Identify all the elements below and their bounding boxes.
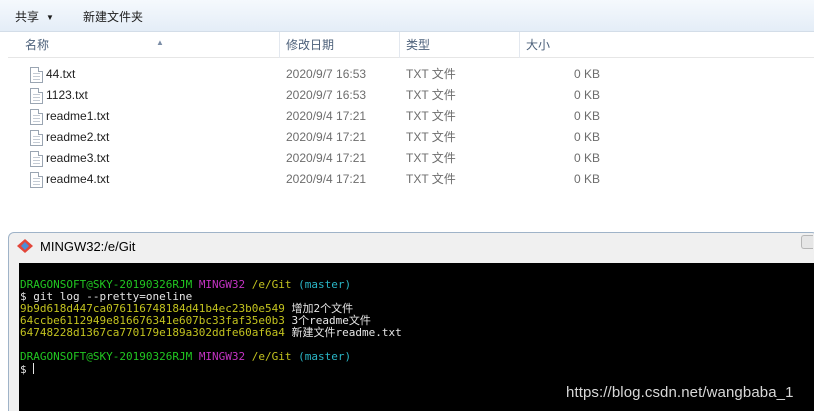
file-type: TXT 文件 [406,172,456,186]
file-type: TXT 文件 [406,130,456,144]
prompt-line: DRAGONSOFT@SKY-20190326RJM MINGW32 /e/Gi… [20,351,814,363]
file-name: readme4.txt [46,172,110,186]
chevron-down-icon: ▼ [46,13,54,22]
text-file-icon [30,151,43,167]
text-file-icon [30,130,43,146]
file-size: 0 KB [573,109,600,123]
file-type: TXT 文件 [406,88,456,102]
file-date: 2020/9/4 17:21 [286,172,367,186]
file-date: 2020/9/4 17:21 [286,130,367,144]
file-name: readme3.txt [46,151,110,165]
file-type: TXT 文件 [406,67,456,81]
file-row[interactable]: readme2.txt 2020/9/4 17:21 TXT 文件 0 KB [16,127,606,148]
commit-hash: 64748228d1367ca770179e189a302ddfe60af6a4 [20,326,285,339]
file-row[interactable]: 1123.txt 2020/9/7 16:53 TXT 文件 0 KB [16,85,606,106]
text-file-icon [30,172,43,188]
file-list: 名称 ▲ 修改日期 类型 大小 44.txt 2020/9/7 16:53 TX… [8,32,814,232]
file-size: 0 KB [573,88,600,102]
column-header-date[interactable]: 修改日期 [279,32,399,58]
column-header-name[interactable]: 名称 ▲ [19,32,279,58]
prompt-env: MINGW32 [198,350,246,363]
watermark: https://blog.csdn.net/wangbaba_1 [566,384,794,401]
prompt-path: /e/Git [251,350,292,363]
explorer-toolbar: 共享 ▼ 新建文件夹 [0,0,814,32]
prompt-branch: (master) [298,350,352,363]
text-file-icon [30,88,43,104]
text-cursor [33,363,35,374]
prompt-path: /e/Git [251,278,292,291]
sort-up-icon: ▲ [156,38,164,47]
new-folder-button[interactable]: 新建文件夹 [83,8,143,25]
text-file-icon [30,109,43,125]
column-header-size[interactable]: 大小 [519,32,601,58]
input-line[interactable]: $ [20,363,814,376]
file-row[interactable]: readme3.txt 2020/9/4 17:21 TXT 文件 0 KB [16,148,606,169]
column-name-label: 名称 [25,38,50,52]
file-size: 0 KB [573,172,600,186]
file-type: TXT 文件 [406,151,456,165]
input-prompt: $ [20,363,34,376]
file-name: readme1.txt [46,109,110,123]
commit-message: 新建文件readme.txt [291,326,402,339]
file-date: 2020/9/4 17:21 [286,109,367,123]
prompt-env: MINGW32 [198,278,246,291]
file-name: 44.txt [46,67,76,81]
terminal-title: MINGW32:/e/Git [40,239,136,254]
file-type: TXT 文件 [406,109,456,123]
file-size: 0 KB [573,67,600,81]
file-row[interactable]: readme1.txt 2020/9/4 17:21 TXT 文件 0 KB [16,106,606,127]
file-date: 2020/9/4 17:21 [286,151,367,165]
text-file-icon [30,67,43,83]
file-date: 2020/9/7 16:53 [286,67,367,81]
commit-line: 64748228d1367ca770179e189a302ddfe60af6a4… [20,327,814,339]
prompt-user: DRAGONSOFT@SKY-20190326RJM [20,350,193,363]
file-row[interactable]: 44.txt 2020/9/7 16:53 TXT 文件 0 KB [16,64,606,85]
column-header-type[interactable]: 类型 [399,32,519,58]
column-header-row: 名称 ▲ 修改日期 类型 大小 [8,32,814,58]
git-logo-icon [17,239,33,253]
share-button[interactable]: 共享 ▼ [15,8,54,25]
window-control-button[interactable] [801,235,813,249]
file-row[interactable]: readme4.txt 2020/9/4 17:21 TXT 文件 0 KB [16,169,606,190]
file-name: 1123.txt [46,88,88,102]
file-size: 0 KB [573,151,600,165]
file-size: 0 KB [573,130,600,144]
prompt-branch: (master) [298,278,352,291]
file-date: 2020/9/7 16:53 [286,88,367,102]
file-name: readme2.txt [46,130,110,144]
terminal-titlebar[interactable]: MINGW32:/e/Git [9,233,814,261]
share-label: 共享 [15,10,40,24]
